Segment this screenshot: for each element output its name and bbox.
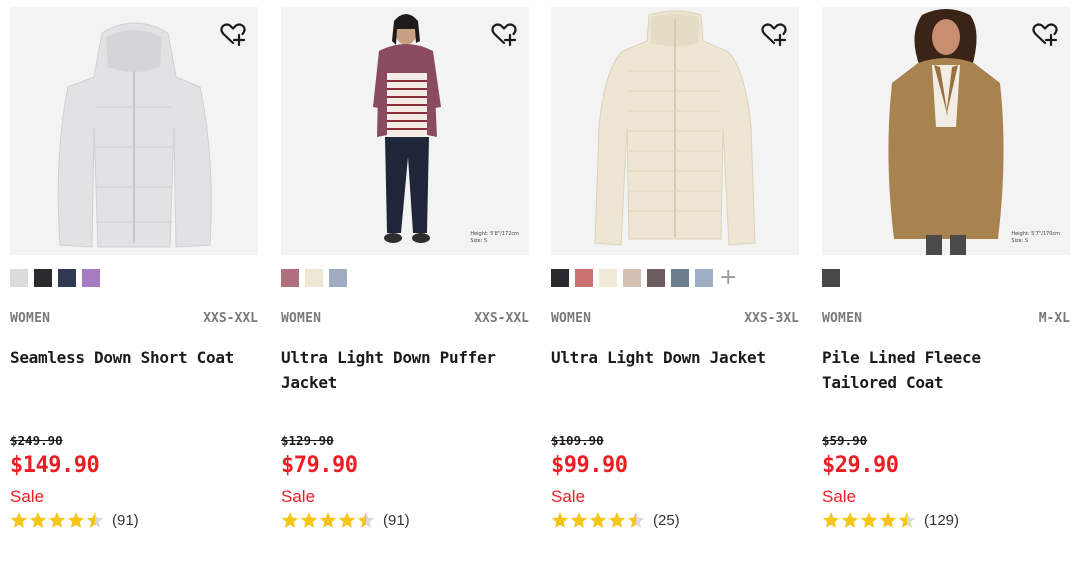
color-swatch[interactable] [281,269,299,287]
size-range: XXS-3XL [744,311,799,326]
review-count[interactable]: (91) [112,512,139,529]
product-image[interactable]: Height: 5'7"/170cm Size: S [822,7,1070,255]
star-rating [822,511,916,529]
heart-plus-icon [1032,23,1058,46]
color-swatches: + [551,267,737,289]
review-count[interactable]: (91) [383,512,410,529]
favorite-heart-plus-icon[interactable] [1030,19,1060,49]
sale-price: $149.90 [10,453,100,478]
star-icon [608,512,626,528]
model-size: Size: S [1011,238,1029,244]
color-swatch[interactable] [623,269,641,287]
product-image[interactable] [10,7,258,255]
heart-plus-icon [761,23,787,46]
star-icon [300,512,318,528]
gender-label: WOMEN [10,311,51,326]
sale-price: $29.90 [822,453,899,478]
product-card[interactable]: Height: 5'7"/170cm Size: S WOMEN M-XL Pi… [822,7,1070,567]
star-icon [48,512,66,528]
star-icon [338,512,356,528]
favorite-heart-plus-icon[interactable] [759,19,789,49]
sale-price: $99.90 [551,453,628,478]
star-rating [10,511,104,529]
heart-plus-icon [220,23,246,46]
sale-label: Sale [10,487,45,506]
star-icon [551,512,569,528]
model-info-note: Height: 5'8"/172cm Size: S [470,231,519,245]
star-icon [570,512,588,528]
star-icon [281,512,299,528]
star-icon [67,512,85,528]
color-swatch[interactable] [551,269,569,287]
size-range: M-XL [1038,311,1070,326]
color-swatches [281,269,347,287]
product-name[interactable]: Seamless Down Short Coat [10,345,250,370]
color-swatch[interactable] [575,269,593,287]
color-swatch[interactable] [34,269,52,287]
product-card[interactable]: + WOMEN XXS-3XL Ultra Light Down Jacket … [551,7,799,567]
product-grid: WOMEN XXS-XXL Seamless Down Short Coat $… [0,0,1080,577]
review-count[interactable]: (25) [653,512,680,529]
color-swatch[interactable] [599,269,617,287]
star-icon [357,512,375,528]
star-icon [879,512,897,528]
color-swatch[interactable] [695,269,713,287]
favorite-heart-plus-icon[interactable] [489,19,519,49]
original-price: $249.90 [10,433,63,448]
original-price: $109.90 [551,433,604,448]
favorite-heart-plus-icon[interactable] [218,19,248,49]
rating: (91) [281,511,410,529]
star-icon [589,512,607,528]
color-swatch[interactable] [671,269,689,287]
product-card[interactable]: Height: 5'8"/172cm Size: S WOMEN XXS-XXL… [281,7,529,567]
color-swatch[interactable] [822,269,840,287]
product-card[interactable]: WOMEN XXS-XXL Seamless Down Short Coat $… [10,7,258,567]
heart-plus-icon [491,23,517,46]
product-image[interactable] [551,7,799,255]
color-swatch[interactable] [329,269,347,287]
color-swatch[interactable] [58,269,76,287]
original-price: $59.90 [822,433,868,448]
product-name[interactable]: Pile Lined Fleece Tailored Coat [822,345,1062,395]
size-range: XXS-XXL [474,311,529,326]
gender-label: WOMEN [822,311,863,326]
color-swatch[interactable] [647,269,665,287]
sale-label: Sale [281,487,316,506]
original-price: $129.90 [281,433,334,448]
product-name[interactable]: Ultra Light Down Jacket [551,345,791,370]
gender-label: WOMEN [551,311,592,326]
color-swatches [822,269,840,287]
color-swatch[interactable] [10,269,28,287]
color-swatches [10,269,100,287]
review-count[interactable]: (129) [924,512,959,529]
product-name[interactable]: Ultra Light Down Puffer Jacket [281,345,521,395]
star-icon [860,512,878,528]
sale-label: Sale [551,487,586,506]
gender-label: WOMEN [281,311,322,326]
model-height: Height: 5'7"/170cm [1011,231,1060,237]
star-icon [627,512,645,528]
star-icon [319,512,337,528]
model-info-note: Height: 5'7"/170cm Size: S [1011,231,1060,245]
color-swatch[interactable] [82,269,100,287]
sale-label: Sale [822,487,857,506]
star-icon [29,512,47,528]
rating: (129) [822,511,959,529]
product-image[interactable]: Height: 5'8"/172cm Size: S [281,7,529,255]
rating: (91) [10,511,139,529]
star-icon [841,512,859,528]
sale-price: $79.90 [281,453,358,478]
color-swatch[interactable] [305,269,323,287]
star-icon [10,512,28,528]
size-range: XXS-XXL [203,311,258,326]
more-colors-icon[interactable]: + [719,267,737,289]
rating: (25) [551,511,680,529]
star-rating [281,511,375,529]
star-icon [898,512,916,528]
star-icon [86,512,104,528]
model-size: Size: S [470,238,488,244]
model-height: Height: 5'8"/172cm [470,231,519,237]
star-icon [822,512,840,528]
star-rating [551,511,645,529]
